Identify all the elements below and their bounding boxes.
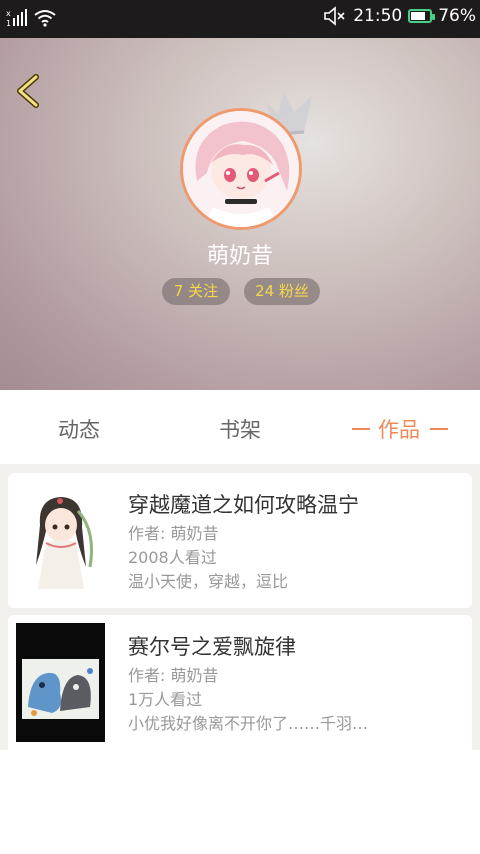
work-author: 作者: 萌奶昔 <box>128 666 219 685</box>
work-views: 2008人看过 <box>128 548 217 567</box>
active-tab-marker-right <box>430 428 448 430</box>
active-tab-marker-left <box>352 428 370 430</box>
username: 萌奶昔 <box>206 244 273 269</box>
wifi-icon <box>34 10 56 27</box>
mute-icon <box>324 6 345 26</box>
work-cover-image <box>16 481 105 600</box>
avatar[interactable] <box>180 108 302 230</box>
works-list: 穿越魔道之如何攻略温宁 作者: 萌奶昔 2008人看过 温小天使，穿越，逗比 赛… <box>0 464 480 755</box>
tab-activity[interactable]: 动态 <box>58 414 100 444</box>
chevron-left-icon[interactable] <box>14 74 42 108</box>
list-item[interactable]: 赛尔号之爱飘旋律 作者: 萌奶昔 1万人看过 小优我好像离不开你了……千羽… <box>8 615 472 755</box>
status-time: 21:50 <box>353 6 403 26</box>
battery-icon <box>408 9 436 23</box>
work-tags: 温小天使，穿越，逗比 <box>128 572 289 591</box>
list-item[interactable]: 穿越魔道之如何攻略温宁 作者: 萌奶昔 2008人看过 温小天使，穿越，逗比 <box>8 473 472 608</box>
battery-percent: 76% <box>438 6 476 26</box>
follow-count-button[interactable]: 7 关注 <box>162 278 230 305</box>
work-views: 1万人看过 <box>128 690 203 709</box>
status-bar: x 1 21:50 76% <box>0 0 480 38</box>
work-tags: 小优我好像离不开你了……千羽… <box>128 714 369 733</box>
fans-count-button[interactable]: 24 粉丝 <box>244 278 320 305</box>
work-cover-image <box>16 623 105 742</box>
work-author: 作者: 萌奶昔 <box>128 524 219 543</box>
work-title[interactable]: 赛尔号之爱飘旋律 <box>128 631 296 661</box>
profile-header: 萌奶昔 7 关注 24 粉丝 <box>0 38 480 390</box>
tab-bar: 动态 书架 作品 <box>0 390 480 464</box>
svg-text:x: x <box>6 9 11 18</box>
tab-works[interactable]: 作品 <box>378 414 420 444</box>
svg-text:1: 1 <box>6 19 11 28</box>
signal-icon: x 1 <box>6 9 27 28</box>
tab-bookshelf[interactable]: 书架 <box>219 414 261 444</box>
work-title[interactable]: 穿越魔道之如何攻略温宁 <box>128 489 359 519</box>
